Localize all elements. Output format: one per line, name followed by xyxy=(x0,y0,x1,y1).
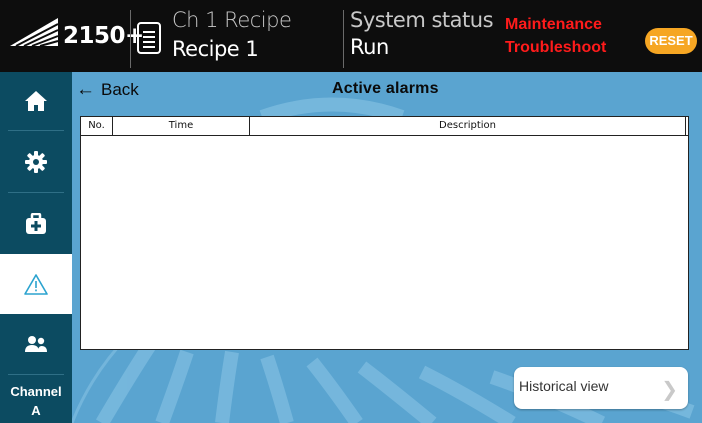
column-header-no[interactable]: No. xyxy=(81,117,113,135)
sidebar-divider xyxy=(8,374,64,375)
recipe-heading: Ch 1 Recipe xyxy=(172,8,292,32)
sidebar-item-alarms[interactable] xyxy=(0,254,72,314)
recipe-name[interactable]: Recipe 1 xyxy=(172,37,259,61)
header-divider xyxy=(343,10,344,68)
warning-icon xyxy=(24,274,48,295)
back-button[interactable]: ← Back xyxy=(76,78,139,102)
model-label: 2150+ xyxy=(63,23,144,49)
chevron-right-icon: ❯ xyxy=(661,377,678,401)
back-arrow-icon: ← xyxy=(76,79,95,100)
historical-view-button[interactable]: Historical view ❯ xyxy=(514,367,688,409)
sidebar-item-settings[interactable] xyxy=(0,131,72,192)
home-icon xyxy=(25,91,47,111)
channel-value[interactable]: A xyxy=(0,403,72,418)
sidebar-item-users[interactable] xyxy=(0,314,72,374)
recipe-document-icon[interactable] xyxy=(136,21,164,55)
historical-view-label: Historical view xyxy=(519,378,609,394)
system-status-heading: System status xyxy=(350,8,494,32)
sidebar-item-home[interactable] xyxy=(0,72,72,130)
system-status-value: Run xyxy=(350,35,389,59)
column-header-time[interactable]: Time xyxy=(113,117,250,135)
top-bar: 2150+ Ch 1 Recipe Recipe 1 System status… xyxy=(0,0,702,72)
page-title: Active alarms xyxy=(332,80,439,97)
alarm-table[interactable]: No. Time Description xyxy=(80,116,689,350)
reset-button[interactable]: RESET xyxy=(645,28,697,54)
table-header: No. Time Description xyxy=(81,117,688,136)
gear-icon xyxy=(25,150,47,173)
back-label: Back xyxy=(101,80,139,99)
main-panel: ← Back Active alarms No. Time Descriptio… xyxy=(72,72,702,423)
header-divider xyxy=(130,10,131,68)
channel-label[interactable]: Channel xyxy=(0,384,72,399)
column-header-description[interactable]: Description xyxy=(250,117,686,135)
toolbox-icon xyxy=(26,212,46,234)
mode-maintenance: Maintenance xyxy=(505,16,602,33)
sidebar-item-maintenance[interactable] xyxy=(0,193,72,254)
users-icon xyxy=(25,336,47,352)
brand-logo xyxy=(10,18,59,47)
mode-troubleshoot: Troubleshoot xyxy=(505,39,607,56)
sidebar xyxy=(0,72,72,423)
